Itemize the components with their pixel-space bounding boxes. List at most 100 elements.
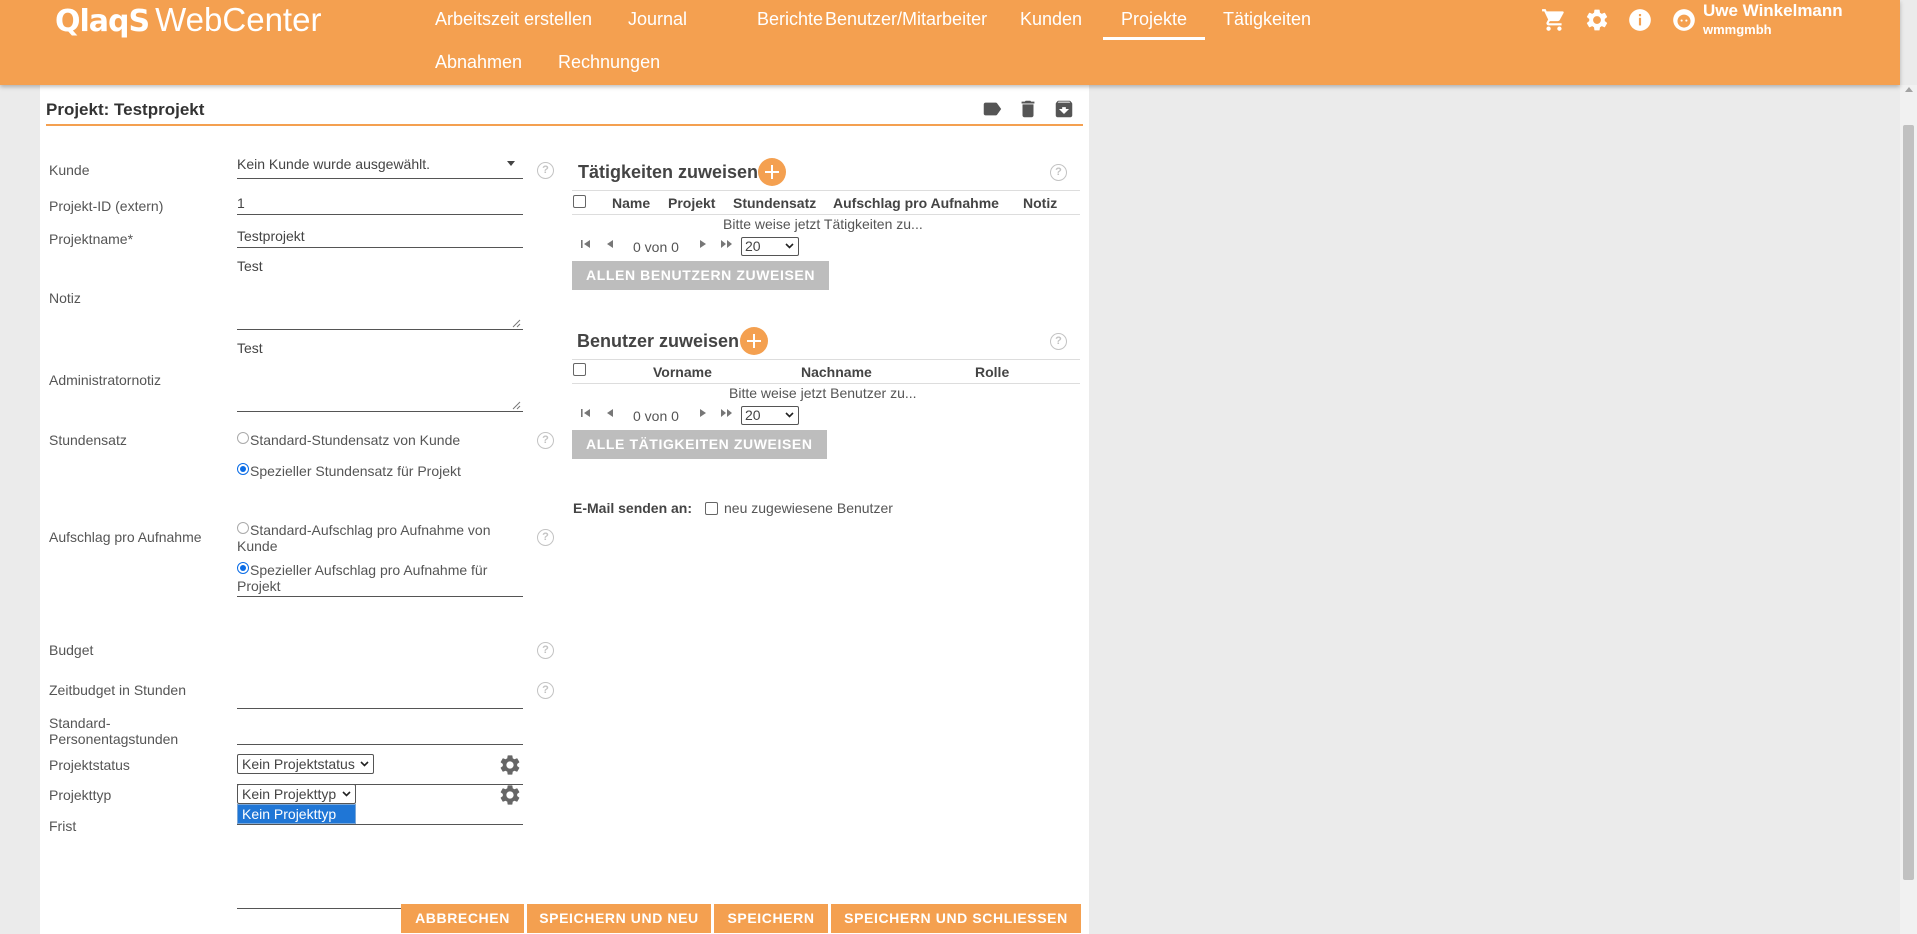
help-icon-budget[interactable]: ?: [537, 642, 554, 659]
tag-icon[interactable]: [981, 98, 1003, 120]
previous-page-icon[interactable]: [602, 406, 620, 420]
save-and-new-button[interactable]: SPEICHERN UND NEU: [527, 904, 711, 933]
nav-arbeitszeit-erstellen[interactable]: Arbeitszeit erstellen: [435, 7, 592, 31]
column-header-projekt[interactable]: Projekt: [668, 195, 715, 211]
assign-all-activities-button[interactable]: ALLE TÄTIGKEITEN ZUWEISEN: [572, 430, 827, 459]
taetigkeiten-page-size-select[interactable]: 20: [741, 237, 799, 256]
column-header-nachname[interactable]: Nachname: [801, 364, 872, 380]
nav-abnahmen[interactable]: Abnahmen: [435, 50, 522, 74]
table-divider: [572, 190, 1080, 191]
add-taetigkeit-plus-icon[interactable]: [758, 158, 786, 186]
next-page-icon[interactable]: [693, 406, 711, 420]
nav-benutzer-mitarbeiter[interactable]: Benutzer/Mitarbeiter: [825, 7, 987, 31]
scroll-up-arrow[interactable]: [1905, 87, 1913, 92]
aufschlag-radio-standard[interactable]: [237, 522, 249, 534]
projekttyp-value: Kein Projekttyp: [242, 786, 337, 802]
notify-new-users-checkbox[interactable]: [705, 502, 718, 515]
kunde-select[interactable]: Kein Kunde wurde ausgewählt.: [237, 155, 523, 179]
projektname-label: Projektname*: [49, 231, 134, 247]
projekt-id-input[interactable]: [237, 191, 523, 215]
column-header-aufschlag[interactable]: Aufschlag pro Aufnahme: [833, 195, 999, 211]
select-all-benutzer-checkbox[interactable]: [573, 363, 586, 376]
table-divider: [572, 383, 1080, 384]
user-name[interactable]: Uwe Winkelmann: [1703, 1, 1843, 21]
nav-projekte[interactable]: Projekte: [1102, 7, 1206, 40]
help-icon-taetigkeiten[interactable]: ?: [1050, 164, 1067, 181]
chevron-down-icon: [785, 412, 794, 418]
column-header-name[interactable]: Name: [612, 195, 650, 211]
administratornotiz-textarea[interactable]: Test: [237, 340, 523, 412]
projektstatus-select[interactable]: Kein Projektstatus: [237, 754, 374, 774]
projektname-input[interactable]: [237, 224, 523, 248]
save-button[interactable]: SPEICHERN: [714, 904, 828, 933]
frist-label: Frist: [49, 818, 77, 834]
page-size-value: 20: [745, 238, 761, 254]
cart-icon[interactable]: [1540, 6, 1568, 34]
column-header-stundensatz[interactable]: Stundensatz: [733, 195, 816, 211]
benutzer-page-size-select[interactable]: 20: [741, 406, 799, 425]
chevron-down-icon: [785, 243, 794, 249]
stundensatz-radio-standard[interactable]: [237, 432, 249, 444]
nav-kunden[interactable]: Kunden: [1020, 7, 1082, 31]
column-header-vorname[interactable]: Vorname: [653, 364, 712, 380]
help-icon-kunde[interactable]: ?: [537, 162, 554, 179]
aufschlag-radio-speziell[interactable]: [237, 562, 249, 574]
avatar-icon[interactable]: [1670, 6, 1698, 34]
scrollbar-thumb[interactable]: [1903, 125, 1914, 880]
taetigkeiten-section-title: Tätigkeiten zuweisen: [578, 162, 759, 182]
help-icon-stundensatz[interactable]: ?: [537, 432, 554, 449]
archive-icon[interactable]: [1053, 98, 1075, 120]
projekttyp-settings-gear-icon[interactable]: [498, 783, 522, 807]
last-page-icon[interactable]: [718, 237, 736, 251]
nav-rechnungen[interactable]: Rechnungen: [558, 50, 660, 74]
top-navigation-bar: QlaqS WebCenter Arbeitszeit erstellen Jou…: [0, 0, 1900, 85]
budget-input[interactable]: [237, 721, 523, 745]
app-logo[interactable]: QlaqS WebCenter: [55, 0, 321, 40]
aufschlag-input[interactable]: [237, 685, 523, 709]
projekttyp-dropdown-option[interactable]: Kein Projekttyp: [237, 804, 356, 824]
gear-icon[interactable]: [1583, 6, 1611, 34]
projekttyp-select[interactable]: Kein Projekttyp: [237, 784, 356, 804]
previous-page-icon[interactable]: [602, 237, 620, 251]
projekt-id-label: Projekt-ID (extern): [49, 198, 164, 214]
help-icon-zeitbudget[interactable]: ?: [537, 682, 554, 699]
email-send-label: E-Mail senden an:: [573, 500, 693, 516]
save-and-close-button[interactable]: SPEICHERN UND SCHLIESSEN: [831, 904, 1081, 933]
nav-berichte[interactable]: Berichte: [757, 7, 823, 31]
add-benutzer-plus-icon[interactable]: [740, 327, 768, 355]
chevron-down-icon: [507, 161, 515, 166]
first-page-icon[interactable]: [577, 406, 595, 420]
select-all-taetigkeiten-checkbox[interactable]: [573, 195, 586, 208]
cancel-button[interactable]: ABBRECHEN: [401, 904, 524, 933]
stundensatz-option-speziell: Spezieller Stundensatz für Projekt: [250, 463, 461, 479]
last-page-icon[interactable]: [718, 406, 736, 420]
help-icon-aufschlag[interactable]: ?: [537, 529, 554, 546]
benutzer-pager-count: 0 von 0: [633, 408, 679, 424]
benutzer-empty-message: Bitte weise jetzt Benutzer zu...: [729, 385, 917, 401]
first-page-icon[interactable]: [577, 237, 595, 251]
next-page-icon[interactable]: [693, 237, 711, 251]
help-icon-benutzer[interactable]: ?: [1050, 333, 1067, 350]
trash-icon[interactable]: [1017, 98, 1039, 120]
projektstatus-label: Projektstatus: [49, 757, 130, 773]
resize-grip-icon[interactable]: [512, 319, 521, 328]
budget-label: Budget: [49, 642, 94, 658]
stundensatz-radio-speziell[interactable]: [237, 463, 249, 475]
info-icon[interactable]: [1626, 6, 1654, 34]
column-header-notiz[interactable]: Notiz: [1023, 195, 1057, 211]
notify-new-users-label[interactable]: neu zugewiesene Benutzer: [724, 500, 893, 516]
column-header-rolle[interactable]: Rolle: [975, 364, 1009, 380]
projektstatus-settings-gear-icon[interactable]: [498, 753, 522, 777]
kunde-label: Kunde: [49, 162, 90, 178]
assign-all-users-button[interactable]: ALLEN BENUTZERN ZUWEISEN: [572, 261, 830, 290]
zeitbudget-label: Zeitbudget in Stunden: [49, 682, 186, 698]
notiz-textarea[interactable]: Test: [237, 258, 523, 330]
nav-taetigkeiten[interactable]: Tätigkeiten: [1223, 7, 1311, 31]
aufschlag-label: Aufschlag pro Aufnahme: [49, 529, 202, 545]
kunde-value: Kein Kunde wurde ausgewählt.: [237, 156, 431, 172]
taetigkeiten-pager-count: 0 von 0: [633, 239, 679, 255]
projekttyp-label: Projekttyp: [49, 787, 112, 803]
product-name: WebCenter: [155, 1, 322, 38]
resize-grip-icon[interactable]: [512, 401, 521, 410]
nav-journal[interactable]: Journal: [628, 7, 687, 31]
